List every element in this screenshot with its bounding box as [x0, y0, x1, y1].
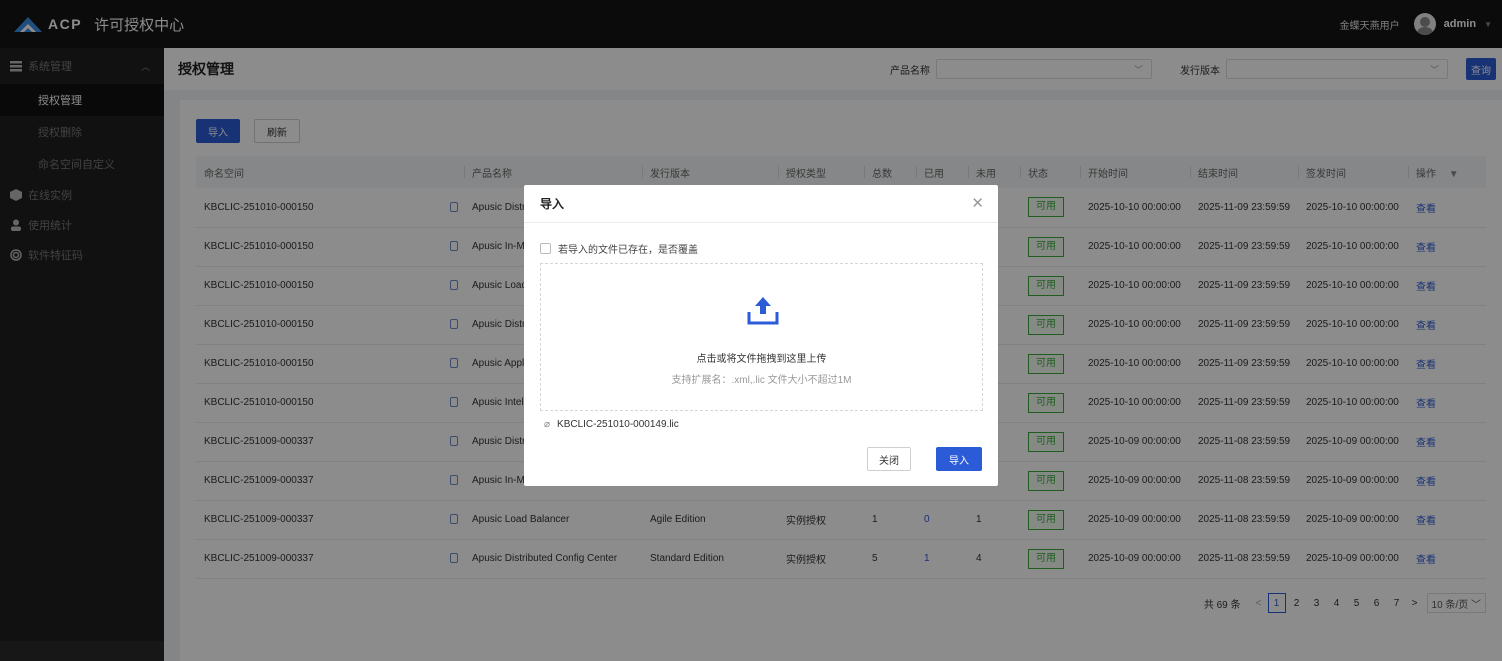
close-button[interactable]: 关闭: [867, 447, 911, 471]
upload-dropzone[interactable]: 点击或将文件拖拽到这里上传 支持扩展名：.xml,.lic 文件大小不超过1M: [540, 263, 983, 411]
close-icon[interactable]: ✕: [971, 194, 984, 212]
uploaded-file[interactable]: ⌀ KBCLIC-251010-000149.lic: [544, 419, 679, 430]
paperclip-icon: ⌀: [544, 419, 551, 430]
dropzone-text: 点击或将文件拖拽到这里上传: [696, 354, 827, 365]
file-name: KBCLIC-251010-000149.lic: [557, 419, 679, 430]
dropzone-hint: 支持扩展名：.xml,.lic 文件大小不超过1M: [671, 375, 852, 386]
overwrite-label: 若导入的文件已存在，是否覆盖: [558, 245, 698, 256]
overwrite-checkbox[interactable]: [540, 243, 551, 254]
dialog-title: 导入: [540, 197, 565, 211]
confirm-import-button[interactable]: 导入: [936, 447, 982, 471]
upload-icon: [747, 297, 779, 325]
import-dialog: 导入 ✕ 若导入的文件已存在，是否覆盖 点击或将文件拖拽到这里上传 支持扩展名：…: [524, 185, 998, 486]
overwrite-option[interactable]: 若导入的文件已存在，是否覆盖: [540, 241, 698, 256]
